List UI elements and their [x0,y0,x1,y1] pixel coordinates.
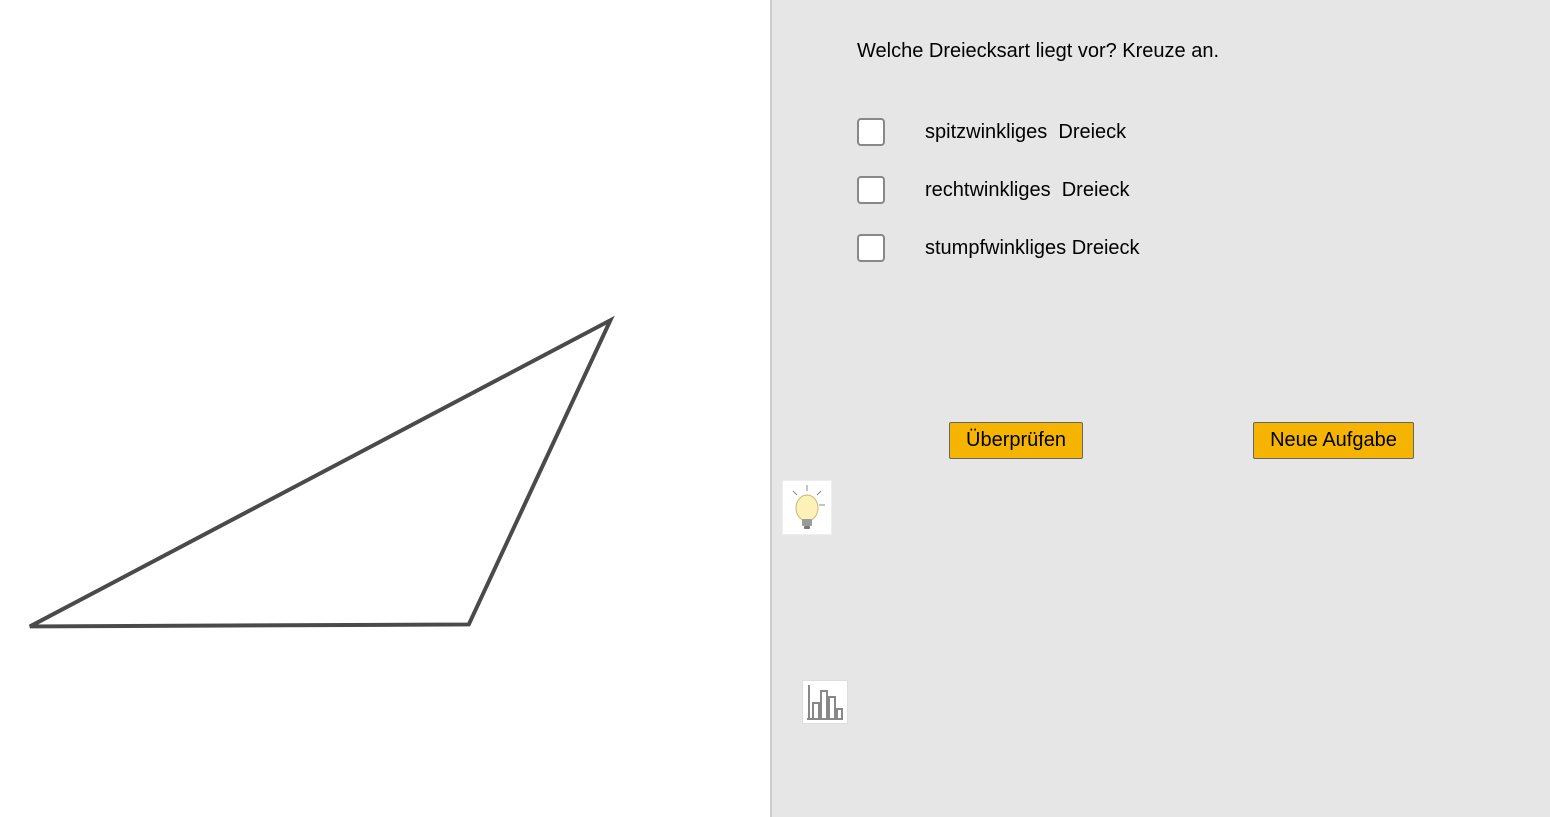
buttons-row: Überprüfen Neue Aufgabe [772,422,1550,459]
triangle-shape [0,0,770,817]
question-panel: Welche Dreiecksart liegt vor? Kreuze an.… [772,0,1550,817]
new-task-button[interactable]: Neue Aufgabe [1253,422,1414,459]
checkbox-acute[interactable] [857,118,885,146]
option-label-obtuse: stumpfwinkliges Dreieck [925,237,1140,260]
option-row-right: rechtwinkliges Dreieck [857,176,1490,204]
hint-button[interactable] [782,480,832,535]
triangle-polygon [30,320,610,626]
option-label-acute: spitzwinkliges Dreieck [925,121,1126,144]
geometry-canvas[interactable] [0,0,772,817]
option-row-obtuse: stumpfwinkliges Dreieck [857,234,1490,262]
option-label-right: rechtwinkliges Dreieck [925,179,1130,202]
checkbox-obtuse[interactable] [857,234,885,262]
question-text: Welche Dreiecksart liegt vor? Kreuze an. [857,40,1490,63]
lightbulb-icon [785,483,829,533]
option-row-acute: spitzwinkliges Dreieck [857,118,1490,146]
checkbox-right[interactable] [857,176,885,204]
stats-button[interactable] [802,680,848,724]
bar-chart-icon [805,683,845,721]
check-button[interactable]: Überprüfen [949,422,1083,459]
